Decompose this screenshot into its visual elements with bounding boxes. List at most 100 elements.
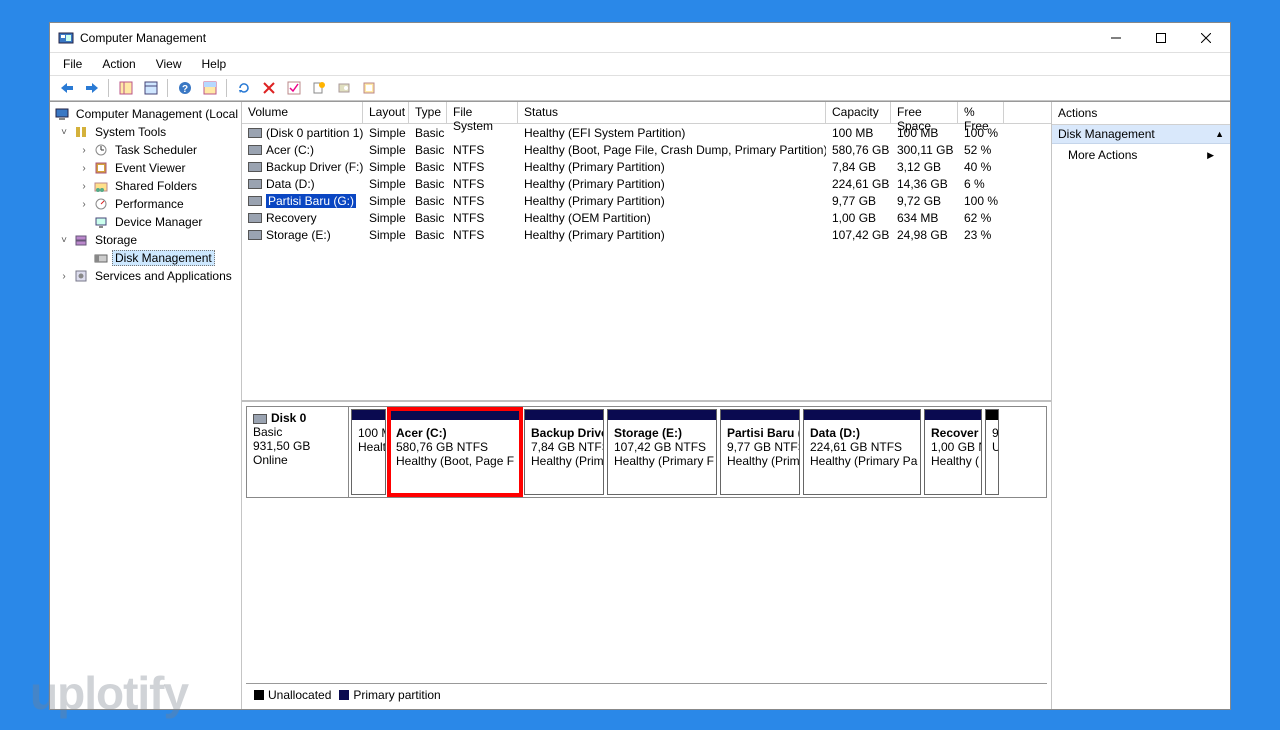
volume-icon xyxy=(248,145,262,155)
collapse-icon[interactable]: ▲ xyxy=(1215,129,1224,139)
volume-icon xyxy=(248,128,262,138)
actions-title: Actions xyxy=(1052,102,1230,125)
volume-icon xyxy=(248,162,262,172)
expand-icon[interactable]: › xyxy=(78,181,90,192)
expand-icon[interactable]: › xyxy=(78,163,90,174)
expand-icon[interactable]: › xyxy=(78,199,90,210)
volume-table[interactable]: Volume Layout Type File System Status Ca… xyxy=(242,102,1051,402)
more-actions[interactable]: More Actions ▶ xyxy=(1052,144,1230,166)
collapse-icon[interactable]: ˅ xyxy=(58,127,70,138)
expand-icon[interactable]: › xyxy=(78,145,90,156)
partition-block[interactable]: 9U xyxy=(985,409,999,495)
minimize-button[interactable] xyxy=(1093,23,1138,52)
col-fs[interactable]: File System xyxy=(447,102,518,123)
storage-icon xyxy=(73,232,89,248)
menu-help[interactable]: Help xyxy=(193,55,236,73)
book-icon xyxy=(93,160,109,176)
col-volume[interactable]: Volume xyxy=(242,102,363,123)
expand-icon[interactable]: › xyxy=(58,271,70,282)
legend-unallocated: Unallocated xyxy=(268,688,331,702)
forward-button[interactable] xyxy=(80,77,103,99)
col-layout[interactable]: Layout xyxy=(363,102,409,123)
navigation-tree[interactable]: Computer Management (Local ˅ System Tools… xyxy=(50,102,242,709)
tree-services[interactable]: Services and Applications xyxy=(92,269,235,283)
disk-row[interactable]: Disk 0 Basic 931,50 GB Online 100 MHealt… xyxy=(246,406,1047,498)
col-status[interactable]: Status xyxy=(518,102,826,123)
check-icon[interactable] xyxy=(282,77,305,99)
center-pane: Volume Layout Type File System Status Ca… xyxy=(242,102,1052,709)
partition-block[interactable]: Acer (C:)580,76 GB NTFSHealthy (Boot, Pa… xyxy=(389,409,521,495)
computer-icon xyxy=(55,106,70,122)
table-header[interactable]: Volume Layout Type File System Status Ca… xyxy=(242,102,1051,124)
disk-state: Online xyxy=(253,453,342,467)
close-button[interactable] xyxy=(1183,23,1228,52)
delete-icon[interactable] xyxy=(257,77,280,99)
partition-block[interactable]: Storage (E:)107,42 GB NTFSHealthy (Prima… xyxy=(607,409,717,495)
title-bar: Computer Management xyxy=(50,23,1230,53)
actions-pane: Actions Disk Management ▲ More Actions ▶ xyxy=(1052,102,1230,709)
menu-view[interactable]: View xyxy=(147,55,191,73)
folder-shared-icon xyxy=(93,178,109,194)
disk-mgmt-icon xyxy=(93,250,109,266)
col-capacity[interactable]: Capacity xyxy=(826,102,891,123)
tree-shared-folders[interactable]: Shared Folders xyxy=(112,179,200,193)
table-row[interactable]: Backup Driver (F:)SimpleBasicNTFSHealthy… xyxy=(242,158,1051,175)
tree-disk-management[interactable]: Disk Management xyxy=(112,250,215,266)
volume-icon xyxy=(248,196,262,206)
table-row[interactable]: Partisi Baru (G:)SimpleBasicNTFSHealthy … xyxy=(242,192,1051,209)
refresh-icon[interactable] xyxy=(232,77,255,99)
col-free[interactable]: Free Space xyxy=(891,102,958,123)
tree-root[interactable]: Computer Management (Local xyxy=(73,107,241,121)
legend-primary: Primary partition xyxy=(353,688,440,702)
actions-section[interactable]: Disk Management ▲ xyxy=(1052,125,1230,144)
tree-system-tools[interactable]: System Tools xyxy=(92,125,169,139)
chevron-right-icon: ▶ xyxy=(1207,150,1214,161)
partition-block[interactable]: 100 MHealt xyxy=(351,409,386,495)
col-type[interactable]: Type xyxy=(409,102,447,123)
settings-icon[interactable] xyxy=(357,77,380,99)
legend-primary-swatch xyxy=(339,690,349,700)
partition-block[interactable]: Data (D:)224,61 GB NTFSHealthy (Primary … xyxy=(803,409,921,495)
partition-block[interactable]: Partisi Baru (9,77 GB NTFSHealthy (Prim xyxy=(720,409,800,495)
svg-text:?: ? xyxy=(181,84,187,95)
tree-storage[interactable]: Storage xyxy=(92,233,140,247)
tree-performance[interactable]: Performance xyxy=(112,197,187,211)
legend: Unallocated Primary partition xyxy=(246,683,1047,705)
help-icon[interactable]: ? xyxy=(173,77,196,99)
menu-bar: File Action View Help xyxy=(50,53,1230,75)
app-icon xyxy=(58,30,74,46)
tree-task-scheduler[interactable]: Task Scheduler xyxy=(112,143,200,157)
toolbar: ? xyxy=(50,75,1230,101)
disk-info[interactable]: Disk 0 Basic 931,50 GB Online xyxy=(247,407,349,497)
disk-graphical-view[interactable]: Disk 0 Basic 931,50 GB Online 100 MHealt… xyxy=(242,402,1051,709)
table-row[interactable]: Storage (E:)SimpleBasicNTFSHealthy (Prim… xyxy=(242,226,1051,243)
tree-event-viewer[interactable]: Event Viewer xyxy=(112,161,188,175)
device-icon xyxy=(93,214,109,230)
view-top-icon[interactable] xyxy=(198,77,221,99)
menu-file[interactable]: File xyxy=(54,55,91,73)
tools-icon xyxy=(73,124,89,140)
show-hide-tree-icon[interactable] xyxy=(114,77,137,99)
disk-icon[interactable] xyxy=(332,77,355,99)
window-title: Computer Management xyxy=(80,31,1093,45)
table-row[interactable]: Acer (C:)SimpleBasicNTFSHealthy (Boot, P… xyxy=(242,141,1051,158)
col-pfree[interactable]: % Free xyxy=(958,102,1004,123)
disk-type: Basic xyxy=(253,425,342,439)
partition-block[interactable]: Backup Drive7,84 GB NTFSHealthy (Prim xyxy=(524,409,604,495)
services-icon xyxy=(73,268,89,284)
maximize-button[interactable] xyxy=(1138,23,1183,52)
back-button[interactable] xyxy=(55,77,78,99)
properties-icon[interactable] xyxy=(139,77,162,99)
legend-unallocated-swatch xyxy=(254,690,264,700)
volume-icon xyxy=(248,230,262,240)
table-row[interactable]: RecoverySimpleBasicNTFSHealthy (OEM Part… xyxy=(242,209,1051,226)
table-row[interactable]: Data (D:)SimpleBasicNTFSHealthy (Primary… xyxy=(242,175,1051,192)
menu-action[interactable]: Action xyxy=(93,55,144,73)
tree-device-manager[interactable]: Device Manager xyxy=(112,215,205,229)
collapse-icon[interactable]: ˅ xyxy=(58,235,70,246)
partition-block[interactable]: Recover1,00 GB NHealthy ( xyxy=(924,409,982,495)
perf-icon xyxy=(93,196,109,212)
table-row[interactable]: (Disk 0 partition 1)SimpleBasicHealthy (… xyxy=(242,124,1051,141)
new-icon[interactable] xyxy=(307,77,330,99)
disk-name: Disk 0 xyxy=(271,411,306,425)
